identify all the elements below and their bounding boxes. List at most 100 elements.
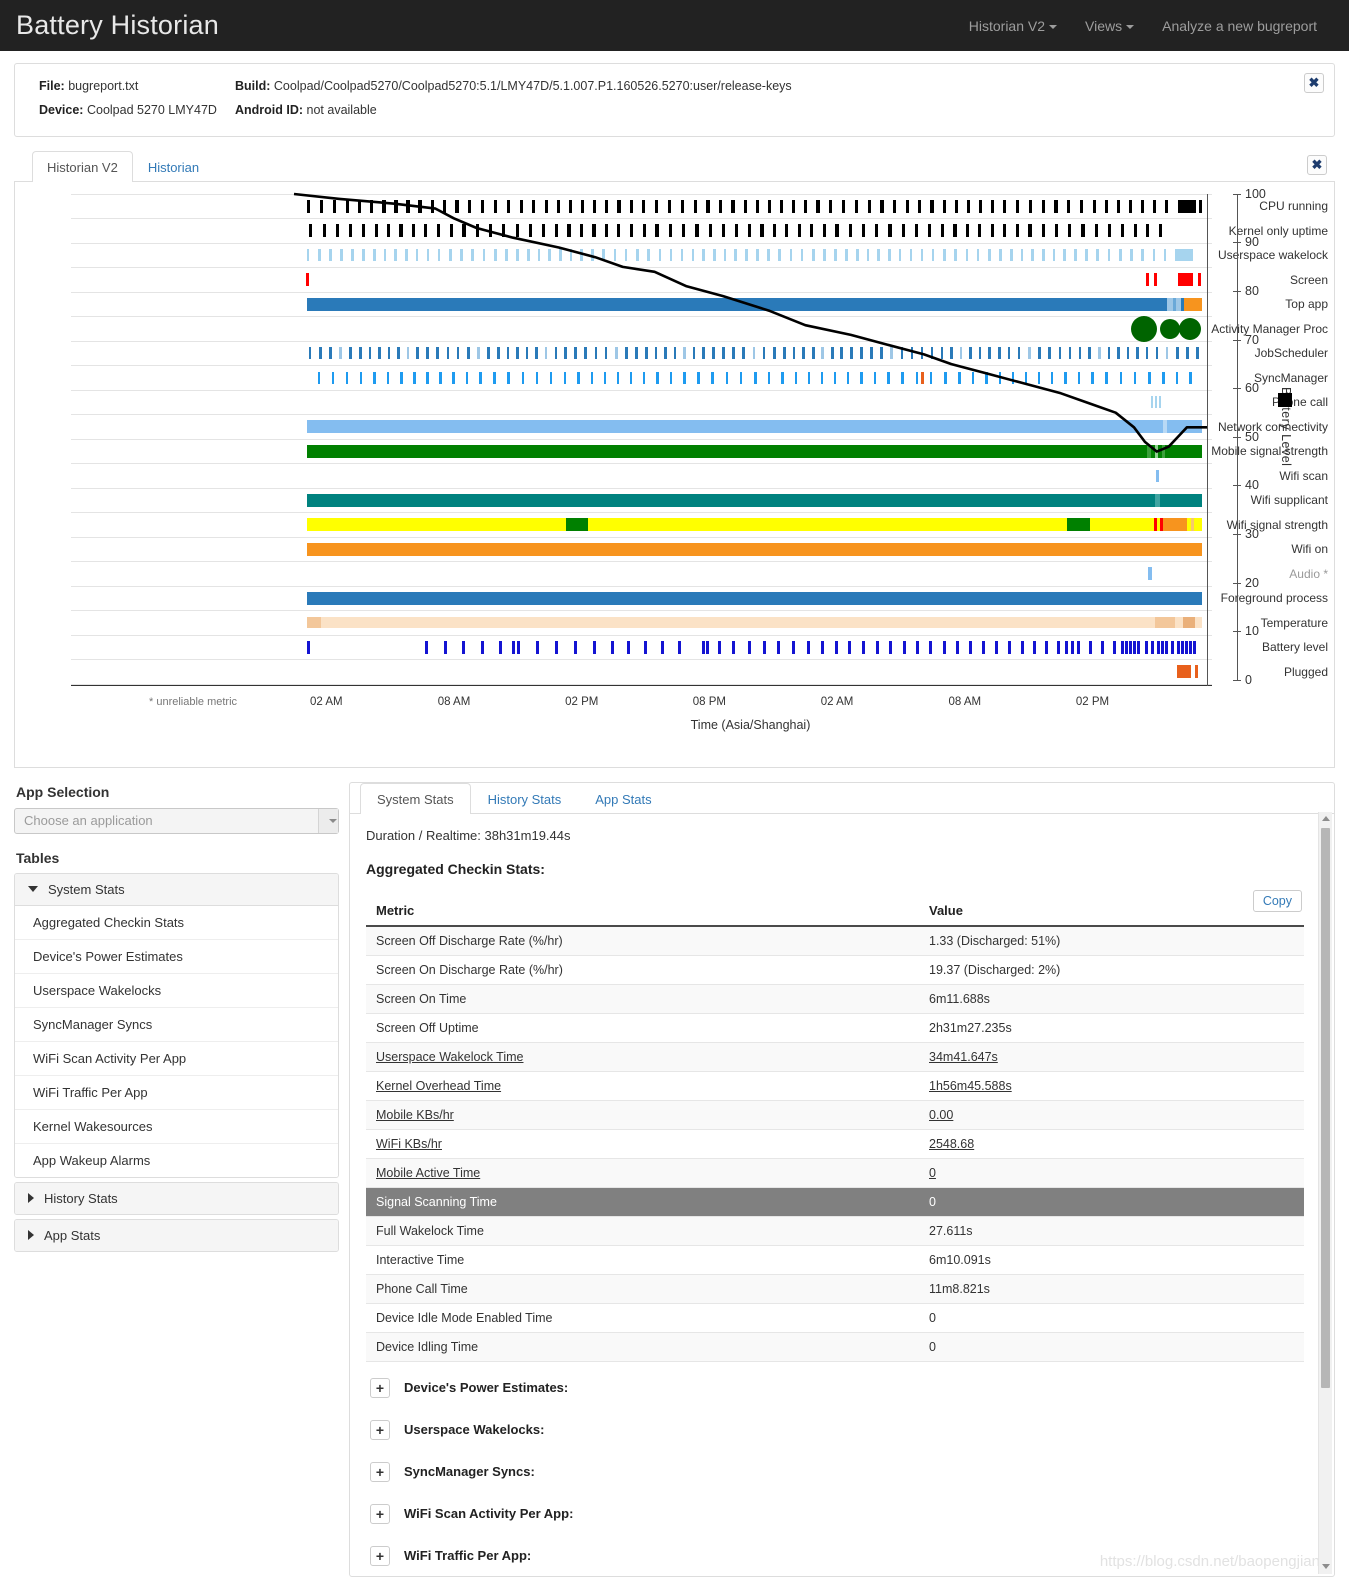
timeline-bar[interactable] xyxy=(1125,640,1128,654)
timeline-bar[interactable] xyxy=(603,371,607,384)
timeline-bar[interactable] xyxy=(880,347,883,359)
timeline-bar[interactable] xyxy=(362,249,365,261)
timeline-bar[interactable] xyxy=(335,224,340,237)
timeline-bar[interactable] xyxy=(1175,617,1183,628)
timeline-bar[interactable] xyxy=(581,199,585,213)
timeline-bar[interactable] xyxy=(1125,420,1163,433)
timeline-bar[interactable] xyxy=(382,199,386,213)
timeline-bar[interactable] xyxy=(452,371,455,384)
timeline-bar[interactable] xyxy=(1195,665,1198,678)
timeline-bar[interactable] xyxy=(1177,665,1191,678)
timeline-bar[interactable] xyxy=(387,224,391,237)
timeline-bar[interactable] xyxy=(516,249,519,261)
timeline-bar[interactable] xyxy=(1050,371,1054,384)
timeline-bar[interactable] xyxy=(383,249,387,261)
timeline-bar[interactable] xyxy=(943,371,947,384)
tab-historian[interactable]: Historian xyxy=(133,151,214,182)
timeline-bar[interactable] xyxy=(541,224,546,237)
timeline-bar[interactable] xyxy=(1153,199,1157,213)
timeline-bar[interactable] xyxy=(629,224,633,237)
timeline-bar[interactable] xyxy=(965,249,969,261)
timeline-bar[interactable] xyxy=(468,199,472,213)
timeline-bar[interactable] xyxy=(322,224,326,237)
timeline-bar[interactable] xyxy=(307,591,1202,605)
timeline-bar[interactable] xyxy=(438,371,442,384)
timeline-bar[interactable] xyxy=(1052,249,1056,261)
timeline-bar[interactable] xyxy=(1186,347,1189,359)
timeline-bar[interactable] xyxy=(1037,371,1041,384)
timeline-bar[interactable] xyxy=(584,347,587,359)
timeline-bar[interactable] xyxy=(998,371,1002,384)
timeline-bar[interactable] xyxy=(792,640,795,654)
timeline-bar[interactable] xyxy=(535,371,539,384)
timeline-bar[interactable] xyxy=(569,249,573,261)
timeline-bar[interactable] xyxy=(462,224,466,237)
timeline-bar[interactable] xyxy=(1028,224,1032,237)
timeline-bar[interactable] xyxy=(1175,249,1193,261)
timeline-bar[interactable] xyxy=(1155,396,1157,408)
timeline-bar[interactable] xyxy=(1133,640,1136,654)
timeline-bar[interactable] xyxy=(1003,224,1007,237)
timeline-bar[interactable] xyxy=(988,347,991,359)
timeline-bar[interactable] xyxy=(693,199,697,213)
timeline-bar[interactable] xyxy=(791,199,796,213)
timeline-bar[interactable] xyxy=(830,347,834,359)
timeline-bar[interactable] xyxy=(691,249,695,261)
timeline-bar[interactable] xyxy=(748,640,751,654)
timeline-bar[interactable] xyxy=(394,249,397,261)
timeline-bar[interactable] xyxy=(841,199,845,213)
timeline-bar[interactable] xyxy=(850,347,853,359)
timeline-bar[interactable] xyxy=(692,347,696,359)
timeline-bar[interactable] xyxy=(697,371,700,384)
scrollbar-thumb[interactable] xyxy=(1321,827,1330,1388)
timeline-bar[interactable] xyxy=(549,371,553,384)
timeline-bar[interactable] xyxy=(1165,640,1168,654)
table-row[interactable]: Userspace Wakelock Time 34m41.647s xyxy=(366,1042,1304,1072)
timeline-bar[interactable] xyxy=(661,640,664,654)
timeline-bar[interactable] xyxy=(1107,249,1111,261)
timeline-bar[interactable] xyxy=(1003,199,1007,213)
timeline-bar[interactable] xyxy=(613,249,617,261)
timeline-bar[interactable] xyxy=(1178,199,1196,213)
timeline-bar[interactable] xyxy=(1020,249,1024,261)
timeline-bar[interactable] xyxy=(940,347,944,359)
tab-app-stats[interactable]: App Stats xyxy=(578,783,668,814)
timeline-bar[interactable] xyxy=(880,199,884,213)
timeline-bar[interactable] xyxy=(436,347,439,359)
timeline-bar[interactable] xyxy=(777,640,780,654)
timeline-bar[interactable] xyxy=(840,347,844,359)
timeline-bar[interactable] xyxy=(1163,518,1187,531)
timeline-bar[interactable] xyxy=(958,371,961,384)
timeline-bar[interactable] xyxy=(487,347,490,359)
timeline-bar[interactable] xyxy=(493,199,498,213)
timeline-bar[interactable] xyxy=(1063,249,1067,261)
timeline-bar[interactable] xyxy=(580,249,584,261)
timeline-bar[interactable] xyxy=(425,371,429,384)
timeline-bar[interactable] xyxy=(307,518,566,531)
table-row[interactable]: Full Wakelock Time 27.611s xyxy=(366,1216,1304,1246)
timeline-bar[interactable] xyxy=(995,640,998,654)
timeline-bar[interactable] xyxy=(954,249,957,261)
timeline-bar[interactable] xyxy=(569,199,573,213)
timeline-bar[interactable] xyxy=(889,640,892,654)
timeline-bar[interactable] xyxy=(767,249,770,261)
timeline-bar[interactable] xyxy=(1181,640,1184,654)
timeline-bar[interactable] xyxy=(1028,199,1032,213)
timeline-bar[interactable] xyxy=(1177,640,1180,654)
timeline-bar[interactable] xyxy=(718,640,721,654)
timeline-bar[interactable] xyxy=(1091,371,1095,384)
timeline-bar[interactable] xyxy=(1021,640,1024,654)
timeline-bar[interactable] xyxy=(1041,199,1045,213)
value-link[interactable]: 1h56m45.588s xyxy=(929,1079,1012,1093)
timeline-bar[interactable] xyxy=(448,249,452,261)
timeline-bar[interactable] xyxy=(604,224,608,237)
timeline-bar[interactable] xyxy=(1199,199,1202,213)
timeline-bar[interactable] xyxy=(1195,617,1202,628)
timeline-bar[interactable] xyxy=(1041,224,1045,237)
timeline-bar[interactable] xyxy=(1057,640,1060,654)
timeline-bar[interactable] xyxy=(387,347,391,359)
timeline-bar[interactable] xyxy=(593,199,597,213)
timeline-bar[interactable] xyxy=(835,224,839,237)
table-row[interactable]: Screen On Time 6m11.688s xyxy=(366,984,1304,1014)
timeline-bar[interactable] xyxy=(1017,347,1021,359)
